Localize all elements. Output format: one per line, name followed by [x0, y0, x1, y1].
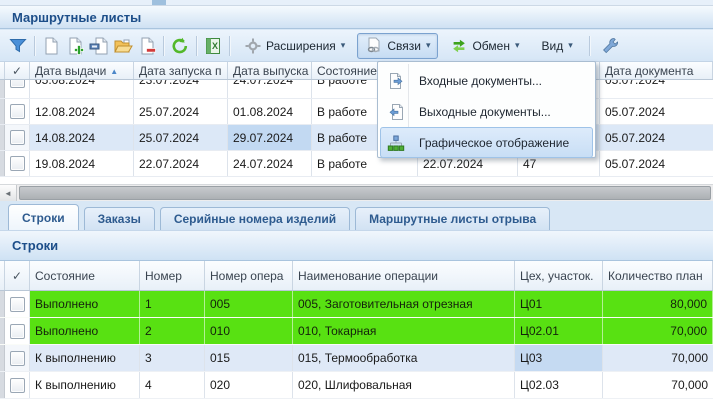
- links-button[interactable]: Связи ▾: [357, 33, 438, 59]
- row-checkbox[interactable]: [5, 80, 30, 98]
- delete-document-icon[interactable]: [135, 34, 159, 58]
- table-empty-space: [0, 177, 713, 184]
- svg-text:X: X: [212, 41, 218, 51]
- col-line-state[interactable]: Состояние: [30, 261, 140, 290]
- menu-item-incoming-documents[interactable]: Входные документы...: [380, 65, 593, 96]
- links-dropdown-menu: Входные документы... Выходные документы.…: [377, 61, 596, 158]
- table-row[interactable]: 12.08.2024 25.07.2024 01.08.2024 В работ…: [0, 99, 713, 125]
- chevron-down-icon: ▾: [568, 40, 573, 51]
- lines-table-header: ✓ Состояние Номер Номер опера Наименован…: [0, 261, 713, 291]
- horizontal-scrollbar[interactable]: ◄: [0, 184, 713, 201]
- outgoing-document-icon: [381, 103, 411, 121]
- row-checkbox[interactable]: [5, 125, 30, 150]
- toolbar-separator: [229, 36, 230, 56]
- toolbar-separator: [34, 36, 35, 56]
- tab-serial-numbers[interactable]: Серийные номера изделий: [160, 207, 350, 230]
- toolbar-separator: [196, 36, 197, 56]
- graphic-view-icon: [381, 134, 411, 152]
- new-document-icon[interactable]: [39, 34, 63, 58]
- table-row-selected[interactable]: К выполнению 3 015 015, Термообработка Ц…: [0, 345, 713, 372]
- add-document-icon[interactable]: [63, 34, 87, 58]
- row-checkbox[interactable]: [5, 345, 30, 371]
- col-issue-date[interactable]: Дата выдачи▲: [30, 62, 134, 79]
- menu-item-graphic-view[interactable]: Графическое отображение: [380, 127, 593, 158]
- refresh-icon[interactable]: [168, 34, 192, 58]
- route-sheets-table: ✓ Дата выдачи▲ Дата запуска п Дата выпус…: [0, 62, 713, 200]
- table-row-done[interactable]: Выполнено 2 010 010, Токарная Ц02.01 70,…: [0, 318, 713, 345]
- chevron-down-icon: ▾: [341, 40, 346, 51]
- col-op-number[interactable]: Номер опера: [205, 261, 293, 290]
- row-checkbox[interactable]: [5, 151, 30, 176]
- row-checkbox[interactable]: [5, 372, 30, 398]
- selected-cell[interactable]: Ц03: [515, 345, 603, 371]
- wrench-icon[interactable]: [598, 34, 622, 58]
- col-op-name[interactable]: Наименование операции: [293, 261, 515, 290]
- toolbar: X Расширения ▾ Связи ▾ Обмен ▾ Вид ▾: [0, 30, 713, 62]
- col-department[interactable]: Цех, участок.: [515, 261, 603, 290]
- row-checkbox[interactable]: [5, 99, 30, 124]
- route-table-header: ✓ Дата выдачи▲ Дата запуска п Дата выпус…: [0, 62, 713, 80]
- exchange-label: Обмен: [472, 39, 510, 53]
- table-row-selected[interactable]: 14.08.2024 25.07.2024 29.07.2024 В работ…: [0, 125, 713, 151]
- tab-tearoff-sheets[interactable]: Маршрутные листы отрыва: [355, 207, 550, 230]
- page-title: Маршрутные листы: [12, 10, 141, 25]
- exchange-icon: [450, 37, 468, 55]
- gear-icon: [244, 37, 262, 55]
- check-column-header[interactable]: ✓: [5, 62, 30, 79]
- exchange-button[interactable]: Обмен ▾: [442, 33, 527, 59]
- row-checkbox[interactable]: [5, 291, 30, 317]
- selected-cell[interactable]: 29.07.2024: [228, 125, 312, 150]
- table-row[interactable]: 19.08.2024 22.07.2024 24.07.2024 В работ…: [0, 151, 713, 177]
- tab-lines[interactable]: Строки: [8, 204, 79, 230]
- row-checkbox[interactable]: [5, 318, 30, 344]
- view-label: Вид: [542, 39, 564, 53]
- col-planned-qty[interactable]: Количество план: [603, 261, 713, 290]
- sort-asc-icon: ▲: [110, 67, 118, 76]
- view-button[interactable]: Вид ▾: [534, 33, 581, 59]
- col-doc-date[interactable]: Дата документа: [600, 62, 713, 79]
- section-title: Строки: [12, 238, 58, 253]
- detail-tabs: Строки Заказы Серийные номера изделий Ма…: [0, 205, 713, 230]
- edit-document-icon[interactable]: [87, 34, 111, 58]
- excel-export-icon[interactable]: X: [201, 34, 225, 58]
- scroll-left-button[interactable]: ◄: [0, 185, 17, 201]
- window-titlebar: Маршрутные листы: [0, 6, 713, 29]
- col-release-date[interactable]: Дата выпуска п: [228, 62, 312, 79]
- filter-icon[interactable]: [6, 34, 30, 58]
- lines-table: ✓ Состояние Номер Номер опера Наименован…: [0, 261, 713, 402]
- open-folder-icon[interactable]: [111, 34, 135, 58]
- menu-item-outgoing-documents[interactable]: Выходные документы...: [380, 96, 593, 127]
- toolbar-separator: [163, 36, 164, 56]
- incoming-document-icon: [381, 72, 411, 90]
- chevron-down-icon: ▾: [515, 40, 520, 51]
- section-header: Строки: [0, 230, 713, 261]
- table-row[interactable]: 05.08.2024 23.07.2024 24.07.2024 В работ…: [0, 80, 713, 99]
- scrollbar-thumb[interactable]: [19, 186, 711, 200]
- toolbar-separator: [589, 36, 590, 56]
- chevron-down-icon: ▾: [426, 40, 431, 51]
- extensions-label: Расширения: [266, 39, 336, 53]
- links-label: Связи: [387, 39, 421, 53]
- col-launch-date[interactable]: Дата запуска п: [134, 62, 228, 79]
- links-icon: [365, 37, 383, 55]
- table-row[interactable]: К выполнению 4 020 020, Шлифовальная Ц02…: [0, 372, 713, 399]
- col-line-number[interactable]: Номер: [140, 261, 205, 290]
- check-column-header[interactable]: ✓: [5, 261, 30, 290]
- tab-orders[interactable]: Заказы: [84, 207, 155, 230]
- table-row-done[interactable]: Выполнено 1 005 005, Заготовительная отр…: [0, 291, 713, 318]
- extensions-button[interactable]: Расширения ▾: [236, 33, 353, 59]
- route-sheets-window: Маршрутные листы X: [0, 0, 713, 402]
